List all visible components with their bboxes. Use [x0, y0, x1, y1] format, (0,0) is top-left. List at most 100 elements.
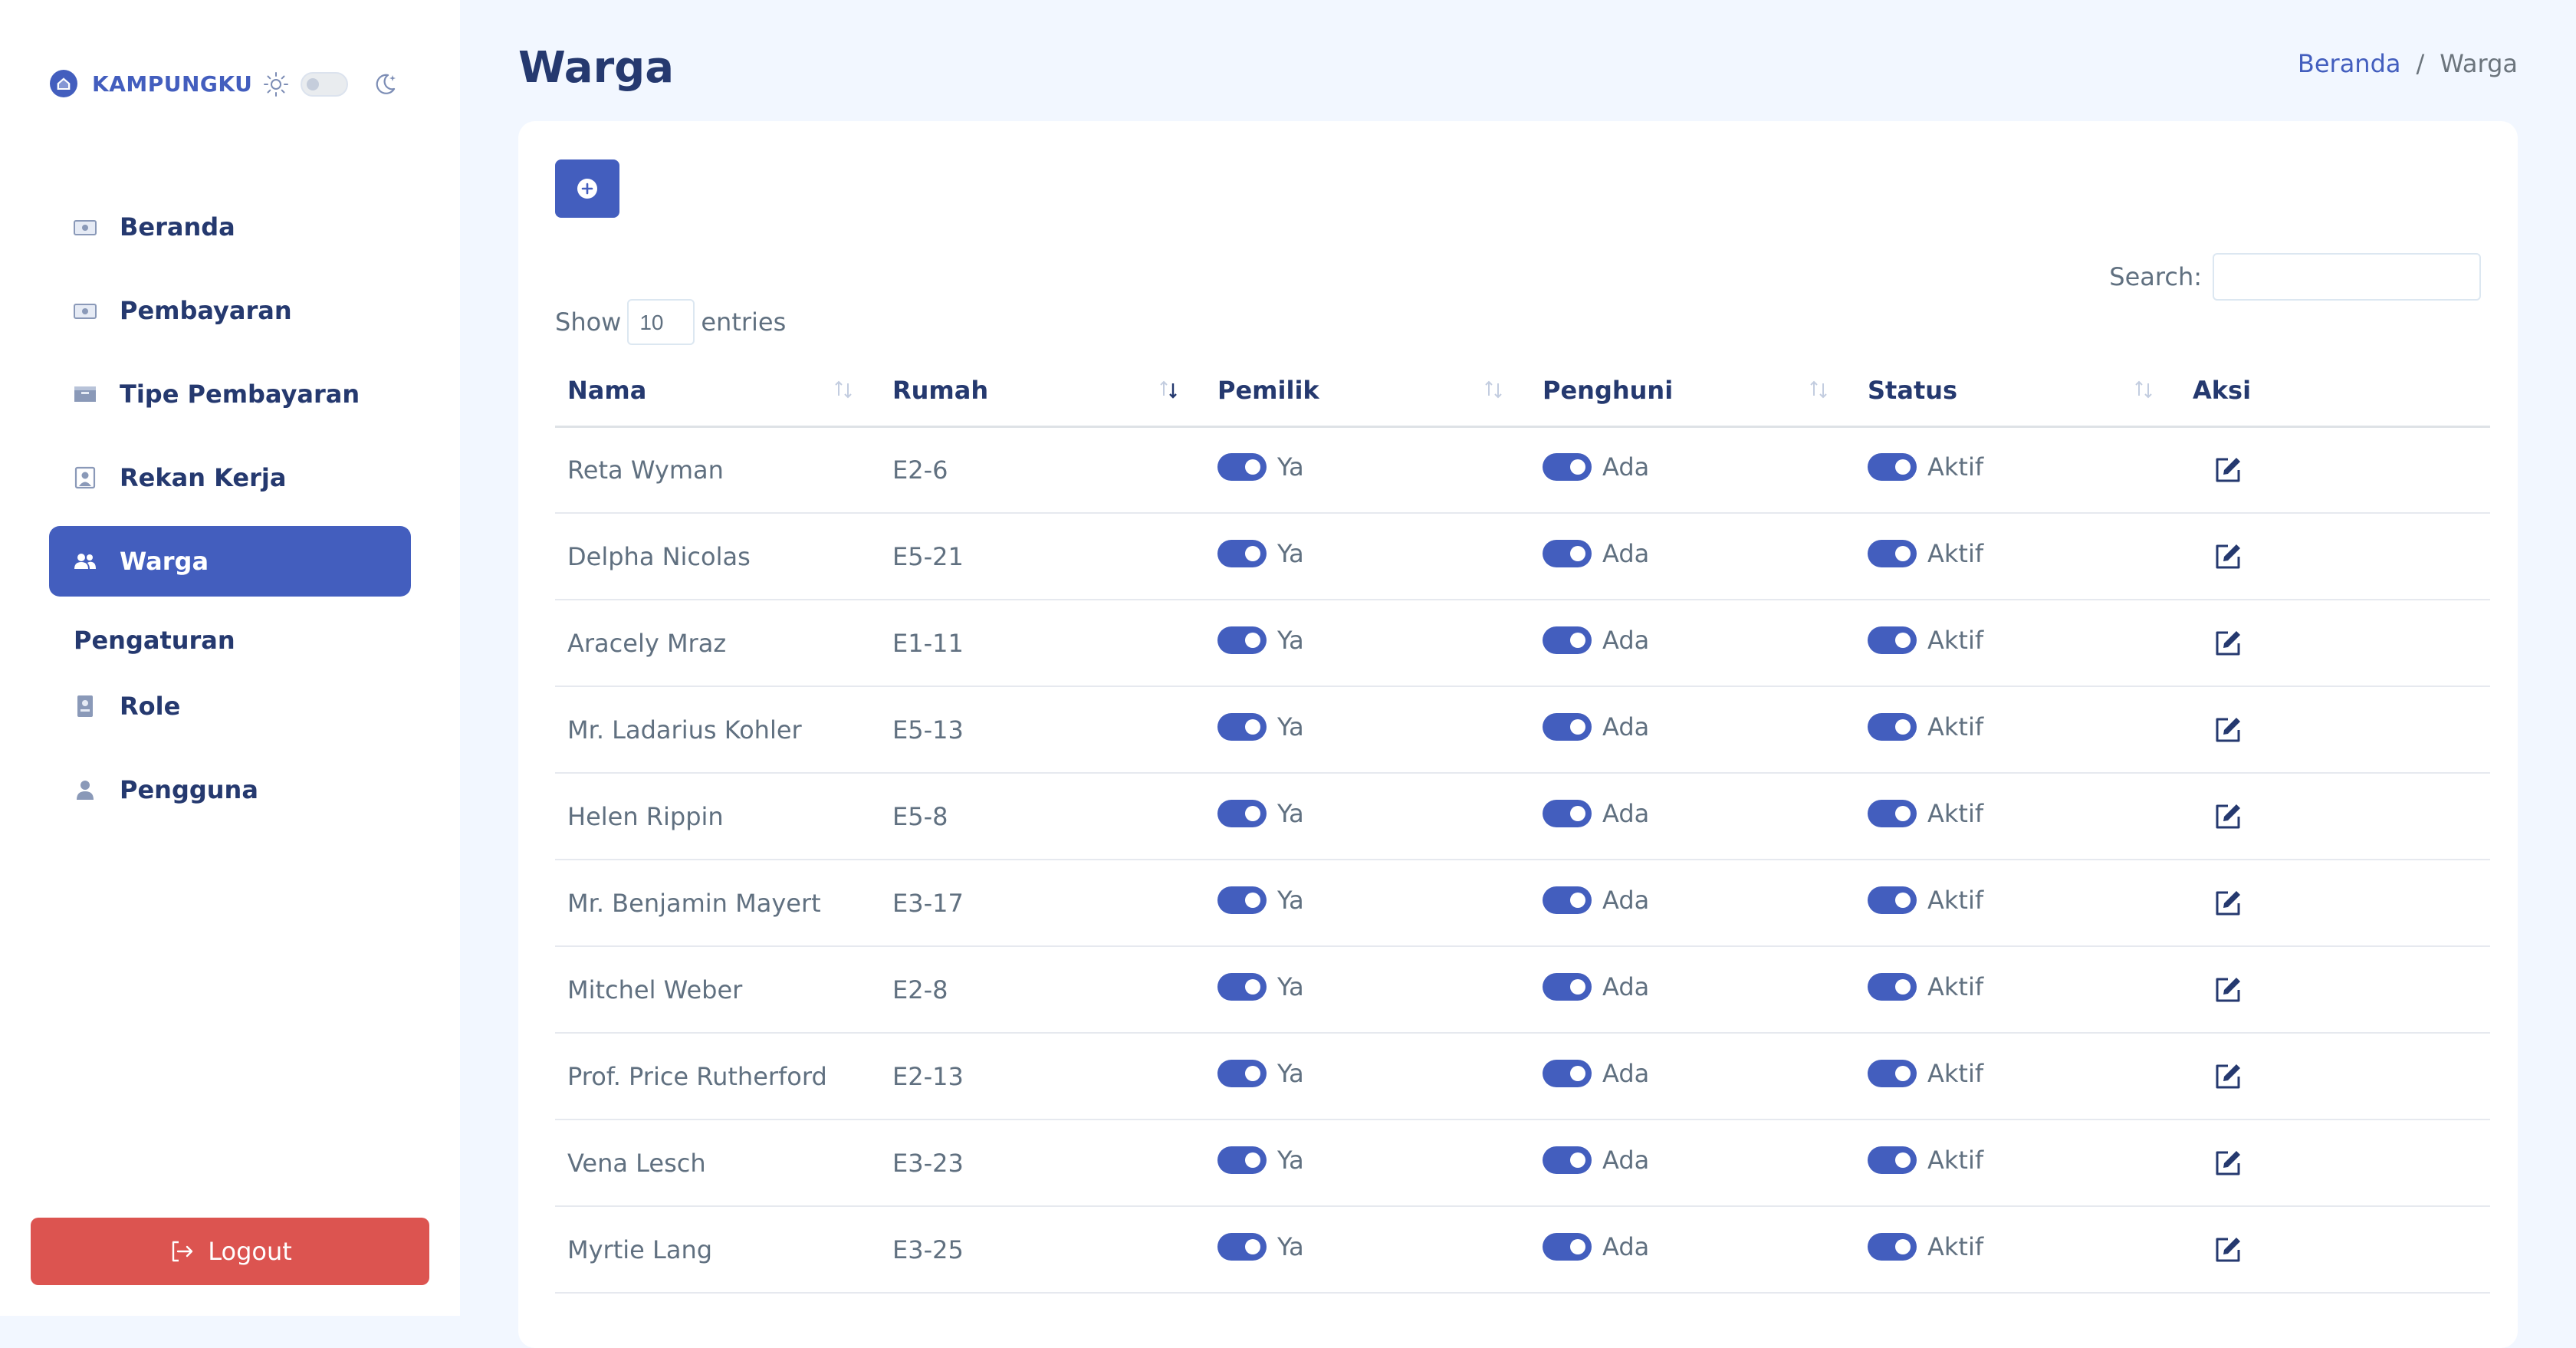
status-switch[interactable]: Aktif — [1868, 886, 1983, 915]
switch-track[interactable] — [1217, 1146, 1267, 1174]
sort-ascending-icon — [1160, 380, 1177, 399]
dark-mode-toggle[interactable] — [301, 72, 348, 97]
penghuni-switch[interactable]: Ada — [1543, 886, 1649, 915]
sidebar-item-pembayaran[interactable]: Pembayaran — [49, 275, 411, 346]
switch-track[interactable] — [1217, 973, 1267, 1001]
cell-penghuni: Ada — [1530, 773, 1855, 860]
penghuni-switch[interactable]: Ada — [1543, 799, 1649, 828]
sidebar-item-label: Pengguna — [120, 775, 258, 804]
edit-icon[interactable] — [2211, 1060, 2245, 1093]
edit-icon[interactable] — [2211, 886, 2245, 920]
penghuni-switch[interactable]: Ada — [1543, 712, 1649, 741]
switch-track[interactable] — [1217, 1233, 1267, 1261]
status-switch[interactable]: Aktif — [1868, 1146, 1983, 1175]
penghuni-switch[interactable]: Ada — [1543, 539, 1649, 568]
switch-track[interactable] — [1217, 540, 1267, 567]
switch-track[interactable] — [1543, 1060, 1592, 1087]
switch-track[interactable] — [1868, 453, 1917, 482]
cell-status: Aktif — [1855, 600, 2180, 687]
status-switch[interactable]: Aktif — [1868, 712, 1983, 741]
edit-icon[interactable] — [2211, 1233, 2245, 1267]
switch-track[interactable] — [1543, 713, 1592, 741]
column-header-nama[interactable]: Nama — [555, 356, 880, 428]
switch-track[interactable] — [1217, 886, 1267, 914]
pemilik-switch[interactable]: Ya — [1217, 452, 1304, 482]
sidebar-item-role[interactable]: Role — [49, 671, 411, 741]
edit-icon[interactable] — [2211, 800, 2245, 833]
switch-track[interactable] — [1868, 1060, 1917, 1087]
switch-track[interactable] — [1868, 540, 1917, 567]
switch-track[interactable] — [1543, 973, 1592, 1001]
switch-track[interactable] — [1543, 626, 1592, 654]
switch-track[interactable] — [1868, 626, 1917, 654]
status-label: Aktif — [1927, 799, 1984, 828]
edit-icon[interactable] — [2211, 626, 2245, 660]
sidebar-item-rekan-kerja[interactable]: Rekan Kerja — [49, 442, 411, 513]
breadcrumb-current: Warga — [2440, 49, 2518, 78]
penghuni-switch[interactable]: Ada — [1543, 452, 1649, 482]
sidebar-item-beranda[interactable]: Beranda — [49, 192, 411, 262]
edit-icon[interactable] — [2211, 713, 2245, 747]
switch-track[interactable] — [1868, 1146, 1917, 1174]
switch-track[interactable] — [1217, 1060, 1267, 1087]
search-input[interactable] — [2213, 253, 2481, 301]
edit-icon[interactable] — [2211, 453, 2245, 487]
status-switch[interactable]: Aktif — [1868, 1232, 1983, 1261]
edit-icon[interactable] — [2211, 1146, 2245, 1180]
column-header-rumah[interactable]: Rumah — [880, 356, 1205, 428]
breadcrumb-home-link[interactable]: Beranda — [2298, 49, 2401, 78]
pemilik-switch[interactable]: Ya — [1217, 539, 1304, 568]
switch-track[interactable] — [1217, 453, 1267, 482]
entries-select[interactable]: 10 — [627, 299, 695, 345]
switch-track[interactable] — [1217, 800, 1267, 827]
switch-track[interactable] — [1543, 540, 1592, 567]
switch-track[interactable] — [1543, 1146, 1592, 1174]
pemilik-switch[interactable]: Ya — [1217, 626, 1304, 655]
column-header-status[interactable]: Status — [1855, 356, 2180, 428]
sidebar-item-tipe-pembayaran[interactable]: Tipe Pembayaran — [49, 359, 411, 429]
show-label: Show — [555, 307, 622, 337]
pemilik-switch[interactable]: Ya — [1217, 1146, 1304, 1175]
penghuni-switch[interactable]: Ada — [1543, 1146, 1649, 1175]
switch-track[interactable] — [1543, 886, 1592, 914]
sidebar-item-pengguna[interactable]: Pengguna — [49, 755, 411, 825]
pemilik-switch[interactable]: Ya — [1217, 1059, 1304, 1088]
pemilik-switch[interactable]: Ya — [1217, 712, 1304, 741]
add-warga-button[interactable] — [555, 159, 619, 218]
pemilik-switch[interactable]: Ya — [1217, 1232, 1304, 1261]
status-switch[interactable]: Aktif — [1868, 452, 1983, 482]
column-header-pemilik[interactable]: Pemilik — [1205, 356, 1530, 428]
column-header-penghuni[interactable]: Penghuni — [1530, 356, 1855, 428]
logout-button[interactable]: Logout — [31, 1218, 429, 1285]
switch-track[interactable] — [1868, 973, 1917, 1001]
pemilik-switch[interactable]: Ya — [1217, 972, 1304, 1001]
sidebar-item-warga[interactable]: Warga — [49, 526, 411, 597]
pemilik-switch[interactable]: Ya — [1217, 799, 1304, 828]
theme-switcher — [262, 71, 399, 98]
person-badge-icon — [74, 466, 96, 489]
penghuni-switch[interactable]: Ada — [1543, 972, 1649, 1001]
table-row: Aracely Mraz E1-11 Ya Ada Aktif — [555, 600, 2490, 687]
switch-track[interactable] — [1217, 626, 1267, 654]
switch-track[interactable] — [1543, 800, 1592, 827]
switch-track[interactable] — [1868, 713, 1917, 741]
brand[interactable]: KAMPUNGKU — [49, 69, 252, 98]
edit-icon[interactable] — [2211, 540, 2245, 574]
penghuni-switch[interactable]: Ada — [1543, 626, 1649, 655]
switch-track[interactable] — [1543, 453, 1592, 482]
status-switch[interactable]: Aktif — [1868, 539, 1983, 568]
status-switch[interactable]: Aktif — [1868, 1059, 1983, 1088]
penghuni-switch[interactable]: Ada — [1543, 1232, 1649, 1261]
edit-icon[interactable] — [2211, 973, 2245, 1007]
status-switch[interactable]: Aktif — [1868, 626, 1983, 655]
status-switch[interactable]: Aktif — [1868, 972, 1983, 1001]
pemilik-switch[interactable]: Ya — [1217, 886, 1304, 915]
switch-track[interactable] — [1217, 713, 1267, 741]
plus-circle-icon — [577, 179, 597, 199]
switch-track[interactable] — [1868, 800, 1917, 827]
switch-track[interactable] — [1543, 1233, 1592, 1261]
status-switch[interactable]: Aktif — [1868, 799, 1983, 828]
switch-track[interactable] — [1868, 1233, 1917, 1261]
switch-track[interactable] — [1868, 886, 1917, 914]
penghuni-switch[interactable]: Ada — [1543, 1059, 1649, 1088]
